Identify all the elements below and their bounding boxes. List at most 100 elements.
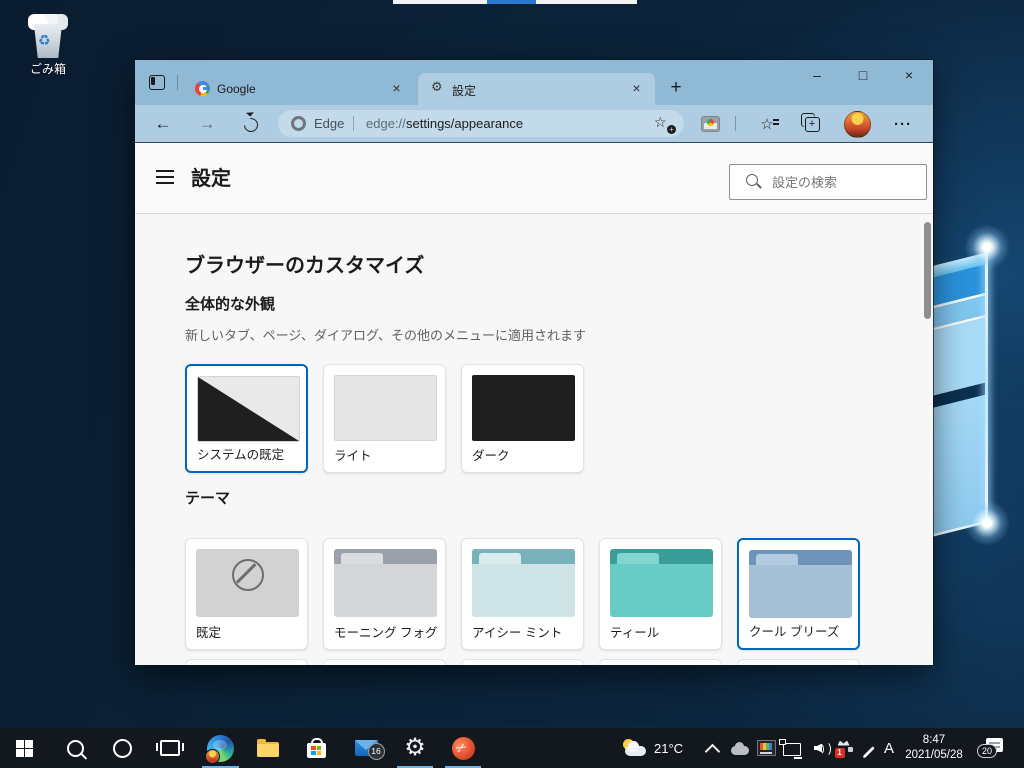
tab-strip: Google × ⚙ 設定 × + – □ × [135,60,933,105]
mail-icon: 16 [355,740,378,756]
tab-close-button[interactable]: × [628,80,645,97]
themes-heading: テーマ [185,487,230,508]
taskbar-mail-button[interactable]: 16 [348,728,384,768]
snip-sketch-icon: ✂ [452,737,475,760]
scissors-icon: ✂ [452,738,469,757]
weather-temperature[interactable]: 21°C [654,741,683,756]
theme-thumbnail [196,549,299,617]
tab-actions-icon [149,75,165,90]
settings-search-box[interactable] [729,164,927,200]
taskbar-clock[interactable]: 8:47 2021/05/28 [898,733,970,763]
tab-title: 設定 [452,82,476,99]
graphics-tray-button[interactable] [754,728,778,768]
edge-icon [207,735,234,762]
windows-ink-tray-button[interactable] [856,728,880,768]
page-title: 設定 [191,162,231,191]
ethernet-network-icon [783,743,801,756]
theme-label: クール ブリーズ [749,621,839,640]
cortana-button[interactable] [104,728,140,768]
tab-separator [177,75,178,90]
taskbar-snip-button[interactable]: ✂ [445,728,481,768]
add-favorite-button[interactable]: ☆ + [654,114,672,132]
back-button[interactable]: ← [149,110,177,138]
forward-button[interactable]: → [193,110,221,138]
theme-label: ティール [610,622,659,641]
favorites-button[interactable]: ☆ [753,110,781,138]
taskbar-search-button[interactable] [57,728,93,768]
action-center-button[interactable]: 20 [986,738,1003,752]
theme-card-teal[interactable]: ティール [599,538,722,650]
taskbar-edge-button[interactable] [202,728,238,768]
appearance-option-light[interactable]: ライト [323,364,446,473]
recycle-bin-desktop-icon[interactable]: ♻ ごみ箱 [14,10,82,74]
no-theme-icon [232,559,264,591]
tab-close-button[interactable]: × [388,80,405,97]
tray-app-icon: 1 [836,741,853,756]
settings-menu-button[interactable] [156,170,174,184]
taskbar-settings-button[interactable]: ⚙ [397,728,433,768]
toolbar-separator [735,116,736,131]
collections-button[interactable]: + [798,110,826,138]
address-bar[interactable]: Edge edge:// settings/appearance ☆ + [278,110,684,137]
address-separator [353,116,354,131]
desktop: ♻ ごみ箱 Google × ⚙ 設定 × + – □ × ← → [0,0,1024,768]
network-tray-button[interactable] [780,728,804,768]
windows-logo-icon [16,740,33,757]
cloud-icon [625,746,646,756]
theme-label: モーニング フォグ [334,622,437,641]
settings-more-button[interactable]: ··· [889,110,917,138]
new-tab-button[interactable]: + [663,76,689,102]
hidden-window-edge-accent [487,0,536,4]
window-maximize-button[interactable]: □ [841,60,885,91]
tray-badge: 1 [835,748,845,758]
onedrive-cloud-icon [731,746,749,755]
theme-card-partial [323,659,446,665]
onedrive-tray-button[interactable] [728,728,752,768]
tray-overflow-button[interactable] [700,728,724,768]
taskbar-store-button[interactable] [298,728,334,768]
google-favicon [195,81,210,96]
file-explorer-icon [257,742,279,757]
update-tray-button[interactable]: 1 [832,728,856,768]
theme-thumbnail [334,549,437,617]
taskbar-explorer-button[interactable] [250,728,286,768]
theme-thumbnail [749,550,852,618]
recycle-symbol-icon: ♻ [38,32,51,49]
window-minimize-button[interactable]: – [795,60,839,91]
window-close-button[interactable]: × [887,60,931,91]
tab-settings[interactable]: ⚙ 設定 × [418,73,655,105]
tab-google[interactable]: Google × [183,73,415,105]
favorites-list-icon [773,119,779,121]
speaker-wave-icon [816,743,824,755]
system-default-thumbnail [197,376,300,442]
theme-thumb-tab [479,553,521,564]
theme-card-icy-mint[interactable]: アイシー ミント [461,538,584,650]
url-scheme: edge:// [366,116,406,131]
reload-button[interactable] [237,110,265,138]
scrollbar-thumb[interactable] [924,222,931,319]
tab-actions-menu-button[interactable] [149,74,165,90]
theme-thumb-tabbar [472,549,575,564]
theme-label: 既定 [196,622,221,641]
wallpaper-glare-top [964,224,1010,270]
ime-mode-button[interactable]: A [878,728,900,768]
menu-icon [156,170,174,172]
appearance-heading: 全体的な外観 [185,293,275,314]
theme-card-partial [185,659,308,665]
volume-tray-button[interactable] [806,728,830,768]
theme-card-cool-breeze[interactable]: クール ブリーズ [737,538,860,650]
theme-label: アイシー ミント [472,622,562,641]
theme-card-default[interactable]: 既定 [185,538,308,650]
appearance-option-system-default[interactable]: システムの既定 [185,364,308,473]
theme-card-morning-fog[interactable]: モーニング フォグ [323,538,446,650]
start-button[interactable] [6,728,42,768]
appearance-option-dark[interactable]: ダーク [461,364,584,473]
weather-icon[interactable] [622,739,648,758]
task-view-button[interactable] [152,728,188,768]
taskbar: 16 ⚙ ✂ 21°C 1 A 8:47 2 [0,728,1024,768]
profile-button[interactable] [843,110,871,138]
settings-search-input[interactable] [770,171,919,193]
site-shortcut-button[interactable] [696,110,724,138]
theme-card-partial [737,659,860,665]
dark-thumbnail [472,375,575,441]
